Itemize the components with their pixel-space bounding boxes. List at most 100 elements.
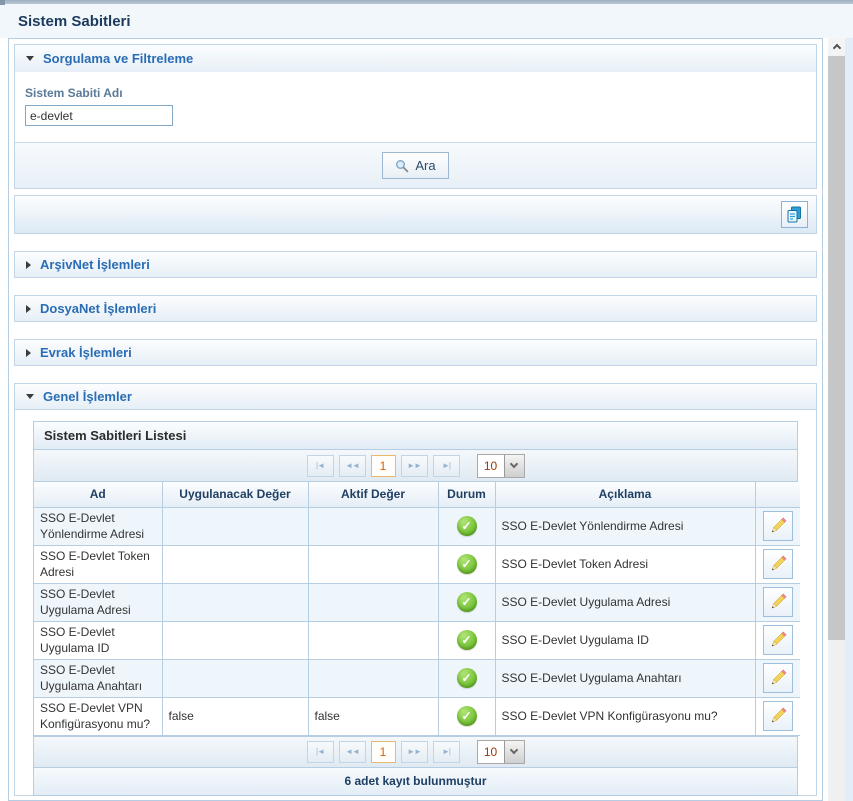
edit-button[interactable] bbox=[763, 663, 793, 693]
cell-actions bbox=[755, 583, 800, 621]
cell-ad: SSO E-Devlet Yönlendirme Adresi bbox=[34, 507, 162, 545]
cell-uygulanacak bbox=[162, 659, 308, 697]
column-header-uygulanacak[interactable]: Uygulanacak Değer bbox=[162, 482, 308, 507]
select-arrow bbox=[504, 455, 524, 477]
next-page-button[interactable]: ►► bbox=[401, 741, 428, 763]
right-margin-strip bbox=[845, 38, 853, 801]
pencil-icon bbox=[769, 631, 787, 649]
cell-aktif: false bbox=[308, 697, 438, 735]
prev-page-button[interactable]: ◄◄ bbox=[339, 455, 366, 477]
page-size-select[interactable]: 10 bbox=[477, 740, 525, 764]
active-status-icon bbox=[457, 630, 477, 650]
accordion-dosyanet[interactable]: DosyaNet İşlemleri bbox=[14, 295, 817, 322]
chevron-down-icon bbox=[26, 56, 34, 61]
edit-button[interactable] bbox=[763, 587, 793, 617]
table-row: SSO E-Devlet Yönlendirme Adresi SSO E-De… bbox=[34, 507, 800, 545]
first-page-icon: |◄ bbox=[316, 461, 324, 470]
accordion-arsivnet-label: ArşivNet İşlemleri bbox=[40, 257, 150, 272]
cell-aciklama: SSO E-Devlet Token Adresi bbox=[495, 545, 755, 583]
active-status-icon bbox=[457, 516, 477, 536]
cell-aktif bbox=[308, 583, 438, 621]
accordion-genel-label: Genel İşlemler bbox=[43, 389, 132, 404]
window-top-border bbox=[0, 0, 853, 4]
accordion-evrak[interactable]: Evrak İşlemleri bbox=[14, 339, 817, 366]
first-page-button[interactable]: |◄ bbox=[307, 455, 334, 477]
paginator-bottom: |◄ ◄◄ 1 ►► ►| 10 bbox=[34, 736, 797, 768]
next-page-button[interactable]: ►► bbox=[401, 455, 428, 477]
cell-aciklama: SSO E-Devlet Yönlendirme Adresi bbox=[495, 507, 755, 545]
prev-page-button[interactable]: ◄◄ bbox=[339, 741, 366, 763]
record-count-text: 6 adet kayıt bulunmuştur bbox=[344, 774, 486, 788]
pencil-icon bbox=[769, 593, 787, 611]
active-status-icon bbox=[457, 554, 477, 574]
column-header-aciklama[interactable]: Açıklama bbox=[495, 482, 755, 507]
cell-actions bbox=[755, 659, 800, 697]
cell-aciklama: SSO E-Devlet Uygulama Adresi bbox=[495, 583, 755, 621]
accordion-arsivnet[interactable]: ArşivNet İşlemleri bbox=[14, 251, 817, 278]
accordion-genel[interactable]: Genel İşlemler bbox=[14, 383, 817, 410]
chevron-up-icon bbox=[832, 44, 840, 52]
cell-aktif bbox=[308, 659, 438, 697]
column-header-durum[interactable]: Durum bbox=[438, 482, 495, 507]
system-constant-name-label: Sistem Sabiti Adı bbox=[25, 86, 806, 100]
export-button[interactable] bbox=[781, 201, 808, 228]
active-status-icon bbox=[457, 668, 477, 688]
filter-panel-title: Sorgulama ve Filtreleme bbox=[43, 51, 193, 66]
paginator-top: |◄ ◄◄ 1 ►► ►| 10 bbox=[34, 450, 797, 482]
column-header-aktif[interactable]: Aktif Değer bbox=[308, 482, 438, 507]
edit-button[interactable] bbox=[763, 701, 793, 731]
table-row: SSO E-Devlet Uygulama Anahtarı SSO E-Dev… bbox=[34, 659, 800, 697]
edit-button[interactable] bbox=[763, 625, 793, 655]
accordion-dosyanet-label: DosyaNet İşlemleri bbox=[40, 301, 156, 316]
cell-ad: SSO E-Devlet Uygulama ID bbox=[34, 621, 162, 659]
page-title: Sistem Sabitleri bbox=[18, 13, 131, 30]
cell-aktif bbox=[308, 621, 438, 659]
scroll-up-button[interactable] bbox=[828, 38, 845, 55]
table-title-bar: Sistem Sabitleri Listesi bbox=[34, 422, 797, 450]
cell-aciklama: SSO E-Devlet VPN Konfigürasyonu mu? bbox=[495, 697, 755, 735]
search-icon bbox=[395, 159, 409, 173]
current-page-button[interactable]: 1 bbox=[371, 741, 396, 763]
active-status-icon bbox=[457, 706, 477, 726]
filter-panel-header[interactable]: Sorgulama ve Filtreleme bbox=[15, 45, 816, 72]
first-page-icon: |◄ bbox=[316, 747, 324, 756]
page-header: Sistem Sabitleri bbox=[0, 4, 853, 38]
cell-actions bbox=[755, 545, 800, 583]
table-row: SSO E-Devlet Token Adresi SSO E-Devlet T… bbox=[34, 545, 800, 583]
system-constant-name-input[interactable] bbox=[25, 105, 173, 126]
main-container: Sorgulama ve Filtreleme Sistem Sabiti Ad… bbox=[8, 38, 823, 801]
last-page-button[interactable]: ►| bbox=[433, 455, 460, 477]
page-size-select[interactable]: 10 bbox=[477, 454, 525, 478]
edit-button[interactable] bbox=[763, 549, 793, 579]
edit-button[interactable] bbox=[763, 511, 793, 541]
cell-durum bbox=[438, 507, 495, 545]
cell-durum bbox=[438, 545, 495, 583]
search-button-label: Ara bbox=[415, 158, 435, 173]
chevron-right-icon bbox=[26, 305, 31, 313]
cell-durum bbox=[438, 697, 495, 735]
vertical-scrollbar[interactable] bbox=[828, 38, 845, 801]
window-corner bbox=[0, 0, 5, 5]
last-page-button[interactable]: ►| bbox=[433, 741, 460, 763]
page-size-value: 10 bbox=[478, 741, 504, 763]
cell-aciklama: SSO E-Devlet Uygulama ID bbox=[495, 621, 755, 659]
cell-ad: SSO E-Devlet Uygulama Anahtarı bbox=[34, 659, 162, 697]
first-page-button[interactable]: |◄ bbox=[307, 741, 334, 763]
current-page-button[interactable]: 1 bbox=[371, 455, 396, 477]
table-row: SSO E-Devlet Uygulama Adresi SSO E-Devle… bbox=[34, 583, 800, 621]
cell-ad: SSO E-Devlet Uygulama Adresi bbox=[34, 583, 162, 621]
record-count-bar: 6 adet kayıt bulunmuştur bbox=[34, 768, 797, 795]
table-row: SSO E-Devlet VPN Konfigürasyonu mu? fals… bbox=[34, 697, 800, 735]
cell-actions bbox=[755, 621, 800, 659]
scrollbar-thumb[interactable] bbox=[828, 56, 845, 640]
column-header-ad[interactable]: Ad bbox=[34, 482, 162, 507]
last-page-icon: ►| bbox=[442, 747, 450, 756]
filter-panel: Sorgulama ve Filtreleme Sistem Sabiti Ad… bbox=[14, 44, 817, 189]
table-row: SSO E-Devlet Uygulama ID SSO E-Devlet Uy… bbox=[34, 621, 800, 659]
cell-aktif bbox=[308, 545, 438, 583]
search-button[interactable]: Ara bbox=[382, 152, 448, 179]
prev-page-icon: ◄◄ bbox=[345, 461, 359, 470]
column-header-actions bbox=[755, 482, 800, 507]
select-arrow bbox=[504, 741, 524, 763]
table-header-row: Ad Uygulanacak Değer Aktif Değer Durum A… bbox=[34, 482, 800, 507]
